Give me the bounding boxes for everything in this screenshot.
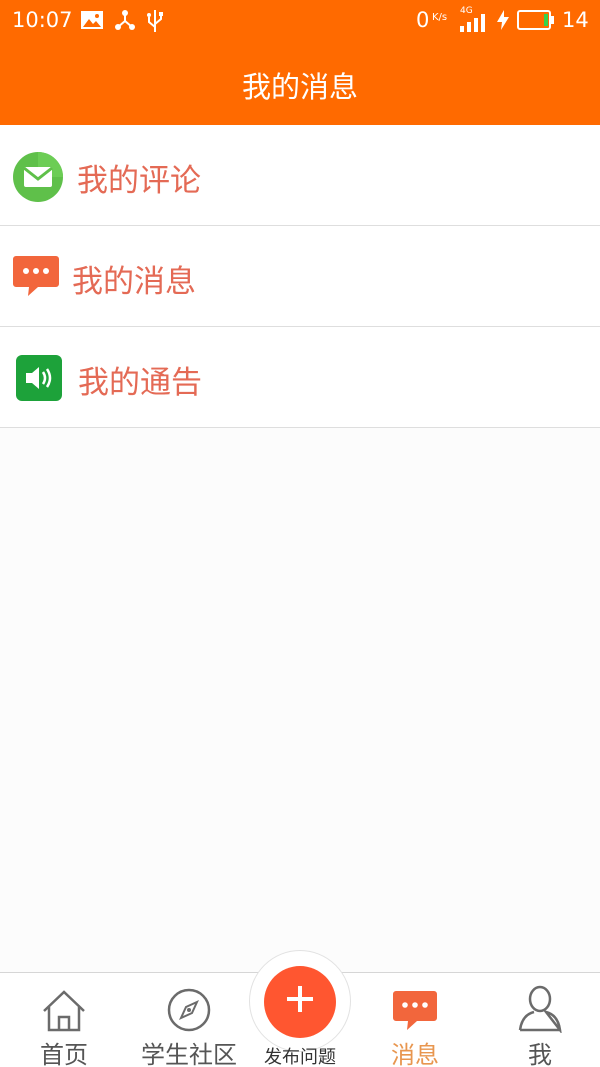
home-icon — [43, 990, 85, 1032]
compass-icon — [167, 988, 211, 1032]
screen: 10:07 0 K/s 4G 14 我的消息 我的评论 我的消息 我的通告 首页… — [0, 0, 600, 1067]
net-speed: 0 — [416, 8, 430, 32]
message-menu: 我的评论 我的消息 我的通告 — [0, 125, 600, 428]
share-icon — [114, 9, 136, 35]
tab-label: 消息 — [391, 1041, 439, 1067]
publish-question-label: 发布问题 — [264, 1047, 336, 1067]
menu-item-label: 我的评论 — [77, 163, 201, 199]
signal-icon — [460, 14, 490, 36]
envelope-icon — [12, 151, 64, 203]
menu-item-label: 我的消息 — [72, 264, 196, 300]
chat-bubble-icon — [12, 254, 60, 298]
tab-label: 首页 — [40, 1041, 88, 1067]
battery-level: 14 — [562, 8, 589, 32]
plus-icon — [264, 978, 336, 1031]
image-icon — [80, 9, 104, 35]
publish-question-button[interactable] — [264, 966, 336, 1038]
menu-item-notices[interactable]: 我的通告 — [0, 327, 600, 428]
usb-icon — [145, 9, 165, 37]
status-bar: 10:07 0 K/s 4G 14 — [0, 0, 600, 42]
tab-label: 我 — [528, 1041, 552, 1067]
tab-messages[interactable]: 消息 — [360, 973, 470, 1067]
charging-icon — [496, 9, 510, 35]
speaker-icon — [16, 355, 62, 401]
net-speed-unit: K/s — [432, 12, 448, 23]
chat-bubble-icon — [393, 991, 437, 1030]
tab-student-community[interactable]: 学生社区 — [130, 973, 248, 1067]
menu-item-messages[interactable]: 我的消息 — [0, 226, 600, 327]
status-time: 10:07 — [12, 8, 73, 32]
page-title: 我的消息 — [241, 70, 358, 104]
battery-icon — [517, 10, 555, 34]
menu-item-label: 我的通告 — [78, 365, 202, 401]
menu-item-comments[interactable]: 我的评论 — [0, 125, 600, 226]
tab-label: 学生社区 — [141, 1041, 237, 1067]
title-bar: 我的消息 — [0, 42, 600, 125]
tab-home[interactable]: 首页 — [14, 973, 114, 1067]
person-icon — [518, 985, 562, 1033]
tab-me[interactable]: 我 — [490, 973, 590, 1067]
